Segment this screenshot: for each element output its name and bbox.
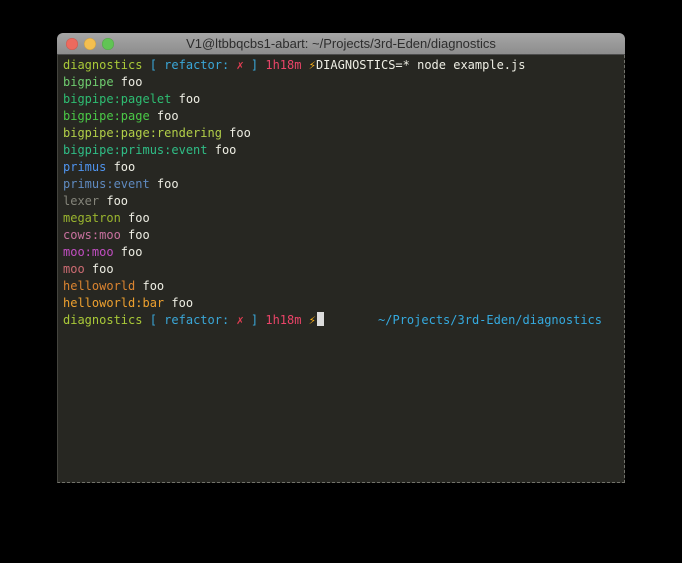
debug-namespace: cows:moo [63, 228, 121, 242]
terminal-line: cows:moo foo [63, 227, 618, 244]
terminal-line: bigpipe:primus:event foo [63, 142, 618, 159]
traffic-light-zoom-button[interactable] [102, 38, 114, 50]
prompt-duration: 1h18m [265, 313, 301, 327]
debug-message: foo [150, 177, 179, 191]
debug-message: foo [114, 75, 143, 89]
debug-namespace: moo:moo [63, 245, 114, 259]
debug-message: foo [106, 160, 135, 174]
git-dirty-icon: ✗ [236, 58, 243, 72]
debug-message: foo [114, 245, 143, 259]
lightning-bolt-icon: ⚡ [309, 313, 316, 327]
terminal-body[interactable]: diagnostics [ refactor: ✗ ] 1h18m ⚡DIAGN… [57, 55, 625, 483]
debug-namespace: helloworld [63, 279, 135, 293]
space [301, 313, 308, 327]
prompt-bracket: [ [142, 313, 164, 327]
traffic-lights [66, 33, 114, 55]
terminal-line: lexer foo [63, 193, 618, 210]
titlebar[interactable]: V1@ltbbqcbs1-abart: ~/Projects/3rd-Eden/… [57, 33, 625, 55]
cwd-path: ~/Projects/3rd-Eden/diagnostics [378, 312, 602, 329]
debug-namespace: bigpipe:primus:event [63, 143, 208, 157]
terminal-line: helloworld foo [63, 278, 618, 295]
prompt-bracket: ] [244, 58, 266, 72]
terminal-window: V1@ltbbqcbs1-abart: ~/Projects/3rd-Eden/… [57, 33, 625, 483]
debug-message: foo [99, 194, 128, 208]
traffic-light-close-button[interactable] [66, 38, 78, 50]
debug-namespace: primus [63, 160, 106, 174]
prompt-bracket: ] [244, 313, 266, 327]
prompt-project-name: diagnostics [63, 313, 142, 327]
debug-namespace: helloworld:bar [63, 296, 164, 310]
debug-message: foo [121, 211, 150, 225]
debug-namespace: bigpipe:page [63, 109, 150, 123]
terminal-line: primus:event foo [63, 176, 618, 193]
prompt-project-name: diagnostics [63, 58, 142, 72]
git-branch: refactor: [164, 313, 229, 327]
prompt-bracket: [ [142, 58, 164, 72]
terminal-line: helloworld:bar foo [63, 295, 618, 312]
terminal-line: diagnostics [ refactor: ✗ ] 1h18m ⚡DIAGN… [63, 57, 618, 74]
terminal-line: moo foo [63, 261, 618, 278]
terminal-line: bigpipe:pagelet foo [63, 91, 618, 108]
debug-message: foo [135, 279, 164, 293]
debug-namespace: megatron [63, 211, 121, 225]
terminal-line: bigpipe:page foo [63, 108, 618, 125]
debug-message: foo [222, 126, 251, 140]
git-branch: refactor: [164, 58, 229, 72]
command-text: DIAGNOSTICS=* node example.js [316, 58, 526, 72]
terminal-line: megatron foo [63, 210, 618, 227]
debug-namespace: moo [63, 262, 85, 276]
git-dirty-icon: ✗ [236, 313, 243, 327]
terminal-line: diagnostics [ refactor: ✗ ] 1h18m ⚡ ~/Pro… [63, 312, 618, 329]
terminal-line: bigpipe:page:rendering foo [63, 125, 618, 142]
debug-namespace: bigpipe:pagelet [63, 92, 171, 106]
debug-namespace: lexer [63, 194, 99, 208]
debug-message: foo [164, 296, 193, 310]
terminal-line: moo:moo foo [63, 244, 618, 261]
debug-message: foo [85, 262, 114, 276]
debug-message: foo [208, 143, 237, 157]
debug-message: foo [171, 92, 200, 106]
space [301, 58, 308, 72]
terminal-line: primus foo [63, 159, 618, 176]
debug-message: foo [150, 109, 179, 123]
terminal-line: bigpipe foo [63, 74, 618, 91]
lightning-bolt-icon: ⚡ [309, 58, 316, 72]
traffic-light-minimize-button[interactable] [84, 38, 96, 50]
debug-namespace: bigpipe:page:rendering [63, 126, 222, 140]
window-title: V1@ltbbqcbs1-abart: ~/Projects/3rd-Eden/… [57, 36, 625, 51]
terminal-cursor [317, 312, 324, 326]
prompt-duration: 1h18m [265, 58, 301, 72]
debug-namespace: bigpipe [63, 75, 114, 89]
debug-namespace: primus:event [63, 177, 150, 191]
debug-message: foo [121, 228, 150, 242]
